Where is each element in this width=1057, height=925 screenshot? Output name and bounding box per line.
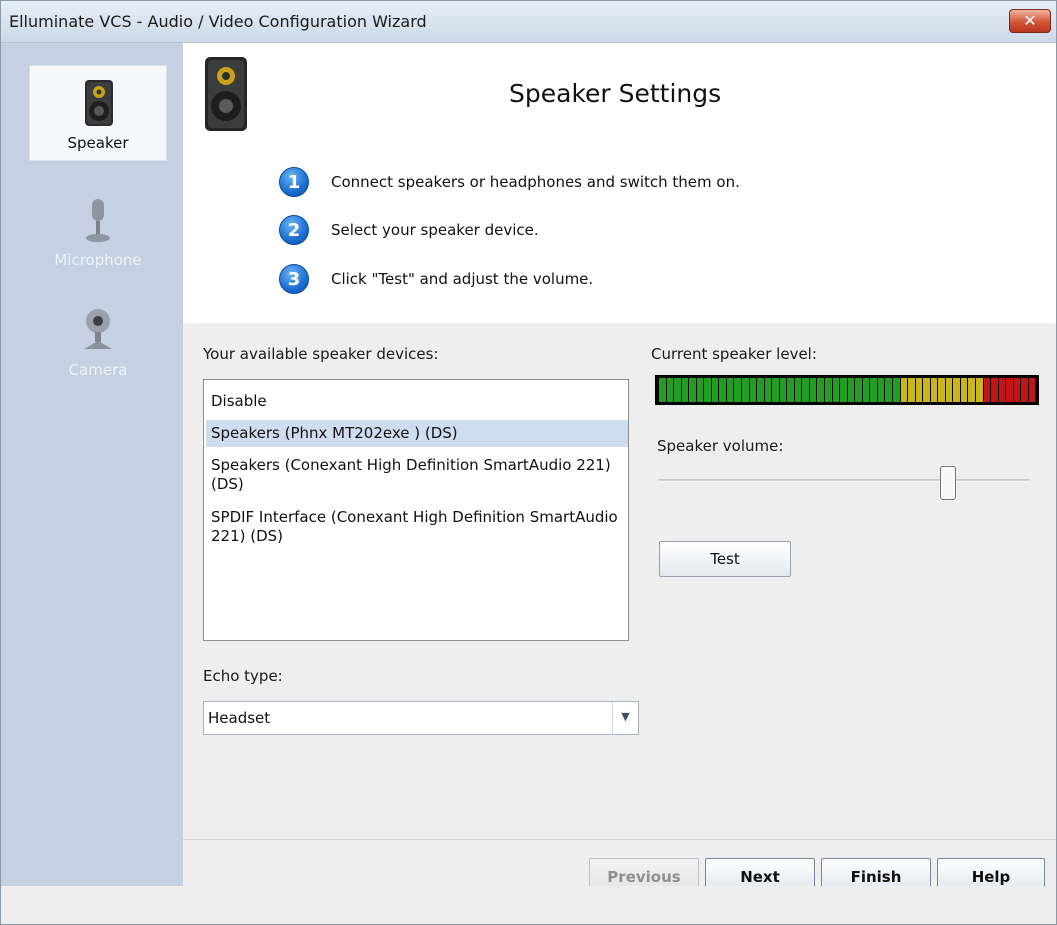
sidebar-item-label: Microphone xyxy=(54,251,142,269)
level-segment xyxy=(953,378,960,402)
sidebar: Speaker Microphone Camera xyxy=(1,43,183,886)
close-button[interactable]: ✕ xyxy=(1009,9,1051,33)
level-segment xyxy=(719,378,726,402)
speaker-level-meter xyxy=(655,375,1039,405)
list-item[interactable]: SPDIF Interface (Conexant High Definitio… xyxy=(206,504,628,550)
sidebar-item-microphone[interactable]: Microphone xyxy=(29,183,167,279)
header-panel: Speaker Settings 1 Connect speakers or h… xyxy=(183,43,1056,323)
level-segment xyxy=(817,378,825,402)
webcam-icon xyxy=(84,309,112,349)
level-segment xyxy=(870,378,877,402)
level-segment xyxy=(689,378,696,402)
level-segment xyxy=(696,378,704,402)
level-segment xyxy=(742,378,749,402)
title-bar: Elluminate VCS - Audio / Video Configura… xyxy=(1,1,1056,43)
level-label: Current speaker level: xyxy=(651,345,817,363)
level-segment xyxy=(802,378,809,402)
speaker-icon xyxy=(205,57,247,131)
level-segment xyxy=(998,378,1006,402)
level-segment xyxy=(779,378,787,402)
bottom-strip xyxy=(1,886,1056,924)
echo-type-value: Headset xyxy=(208,709,271,727)
level-segment xyxy=(1013,378,1021,402)
echo-type-select[interactable]: Headset ▼ xyxy=(203,701,639,735)
step-number-badge: 2 xyxy=(279,215,309,245)
level-segment xyxy=(674,378,681,402)
level-segment xyxy=(975,378,983,402)
volume-slider-track[interactable] xyxy=(659,479,1029,482)
level-segment xyxy=(968,378,975,402)
test-button[interactable]: Test xyxy=(659,541,791,577)
sidebar-item-camera[interactable]: Camera xyxy=(29,293,167,389)
level-segment xyxy=(840,378,847,402)
level-segment xyxy=(923,378,930,402)
list-item[interactable]: Speakers (Conexant High Definition Smart… xyxy=(206,452,628,498)
level-segment xyxy=(764,378,772,402)
speaker-icon xyxy=(85,80,113,126)
window-title: Elluminate VCS - Audio / Video Configura… xyxy=(9,12,427,31)
level-segment xyxy=(734,378,742,402)
level-segment xyxy=(892,378,900,402)
level-segment xyxy=(900,378,908,402)
page-title: Speaker Settings xyxy=(509,79,722,108)
sidebar-item-label: Camera xyxy=(68,361,128,379)
level-segment xyxy=(832,378,840,402)
level-segment xyxy=(960,378,968,402)
step-text: Select your speaker device. xyxy=(331,221,539,239)
echo-type-label: Echo type: xyxy=(203,667,283,685)
list-item[interactable]: Disable xyxy=(206,388,628,415)
step-text: Connect speakers or headphones and switc… xyxy=(331,173,740,191)
level-segment xyxy=(757,378,764,402)
wizard-footer: Previous Next Finish Help xyxy=(183,839,1056,896)
level-segment xyxy=(749,378,757,402)
wizard-window: Elluminate VCS - Audio / Video Configura… xyxy=(0,0,1057,925)
level-segment xyxy=(1006,378,1013,402)
level-segment xyxy=(915,378,923,402)
level-segment xyxy=(930,378,938,402)
settings-panel: Your available speaker devices: Disable … xyxy=(183,323,1056,839)
level-segment xyxy=(787,378,794,402)
sidebar-item-speaker[interactable]: Speaker xyxy=(29,65,167,161)
sidebar-item-label: Speaker xyxy=(67,134,129,152)
level-segment xyxy=(855,378,862,402)
step-number-badge: 3 xyxy=(279,264,309,294)
level-segment xyxy=(704,378,711,402)
level-segment xyxy=(1021,378,1028,402)
step-number-badge: 1 xyxy=(279,167,309,197)
volume-label: Speaker volume: xyxy=(657,437,784,455)
level-segment xyxy=(659,378,666,402)
devices-label: Your available speaker devices: xyxy=(203,345,439,363)
list-item[interactable]: Speakers (Phnx MT202exe ) (DS) xyxy=(206,420,628,447)
level-segment xyxy=(983,378,991,402)
level-segment xyxy=(666,378,674,402)
volume-slider-thumb[interactable] xyxy=(939,466,956,500)
level-segment xyxy=(847,378,855,402)
level-segment xyxy=(945,378,953,402)
level-segment xyxy=(885,378,892,402)
level-segment xyxy=(908,378,915,402)
step-text: Click "Test" and adjust the volume. xyxy=(331,270,594,288)
level-segment xyxy=(711,378,719,402)
content-area: Speaker Settings 1 Connect speakers or h… xyxy=(183,43,1056,896)
level-segment xyxy=(726,378,734,402)
level-segment xyxy=(825,378,832,402)
microphone-icon xyxy=(86,199,110,242)
level-segment xyxy=(772,378,779,402)
level-segment xyxy=(1028,378,1036,402)
chevron-down-icon[interactable]: ▼ xyxy=(612,702,638,734)
level-segment xyxy=(877,378,885,402)
level-segment xyxy=(809,378,817,402)
level-segment xyxy=(991,378,998,402)
speaker-device-list[interactable]: Disable Speakers (Phnx MT202exe ) (DS) S… xyxy=(203,379,629,641)
level-segment xyxy=(681,378,689,402)
level-segment xyxy=(794,378,802,402)
level-segment xyxy=(862,378,870,402)
level-segment xyxy=(938,378,945,402)
